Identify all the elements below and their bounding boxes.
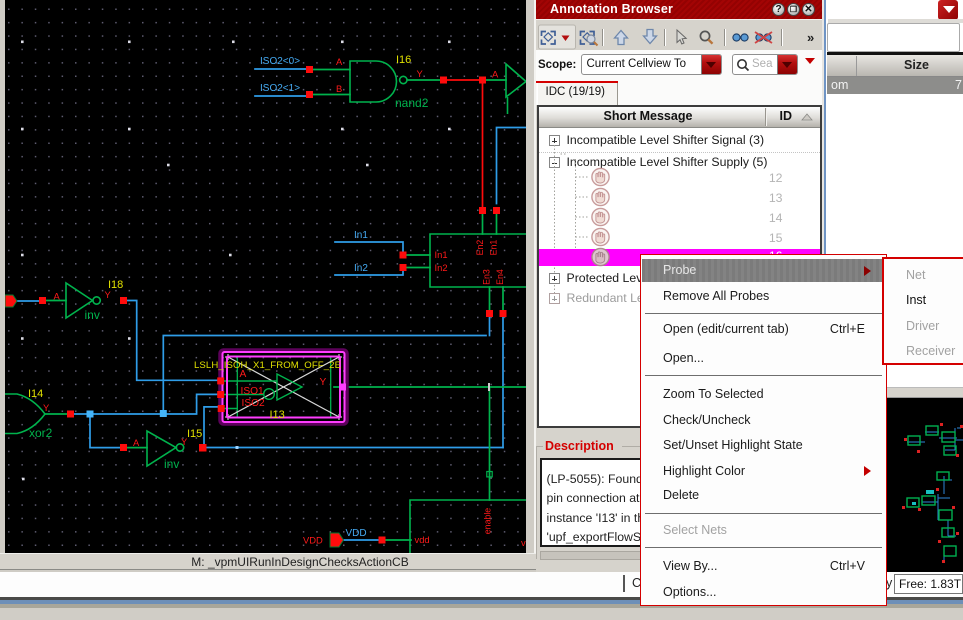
svg-text:I14: I14 xyxy=(28,388,43,400)
svg-text:xor2: xor2 xyxy=(29,426,53,440)
svg-text:En4: En4 xyxy=(495,269,505,285)
svg-text:A: A xyxy=(240,369,247,380)
svg-text:I18: I18 xyxy=(108,279,123,291)
svg-text:I15: I15 xyxy=(187,428,202,440)
svg-text:ISO2<0>: ISO2<0> xyxy=(260,56,300,67)
svg-text:v: v xyxy=(521,537,526,548)
svg-text:I13: I13 xyxy=(270,409,285,421)
svg-text:A: A xyxy=(133,437,140,448)
svg-text:vdd: vdd xyxy=(415,534,430,545)
svg-text:VDD: VDD xyxy=(346,528,367,539)
svg-text:LSLH_ISOH_X1_FROM_OFF_2E: LSLH_ISOH_X1_FROM_OFF_2E xyxy=(194,360,341,371)
svg-text:inv: inv xyxy=(164,457,179,471)
svg-text:ISO2<1>: ISO2<1> xyxy=(260,83,300,94)
svg-text:Y: Y xyxy=(43,402,50,413)
svg-text:In1: In1 xyxy=(354,230,368,241)
svg-text:B: B xyxy=(336,83,342,94)
svg-text:VDD: VDD xyxy=(303,535,323,546)
svg-text:Y: Y xyxy=(417,68,424,79)
svg-text:enable: enable xyxy=(482,508,492,535)
svg-text:ISO1: ISO1 xyxy=(241,386,265,397)
svg-text:I16: I16 xyxy=(396,54,411,66)
svg-text:In1: In1 xyxy=(435,249,448,260)
svg-text:»: » xyxy=(807,30,814,45)
svg-text:En1: En1 xyxy=(489,240,499,256)
svg-text:En3: En3 xyxy=(482,269,492,285)
svg-text:nand2: nand2 xyxy=(395,96,429,110)
svg-text:ISO2: ISO2 xyxy=(242,398,266,409)
svg-text:In2: In2 xyxy=(435,262,448,273)
svg-text:A: A xyxy=(492,69,499,80)
svg-text:In2: In2 xyxy=(354,263,368,274)
svg-text:inv: inv xyxy=(85,308,100,322)
svg-text:Y: Y xyxy=(320,377,327,388)
svg-text:En2: En2 xyxy=(475,240,485,256)
svg-text:A: A xyxy=(336,56,343,67)
svg-text:A: A xyxy=(54,291,61,302)
